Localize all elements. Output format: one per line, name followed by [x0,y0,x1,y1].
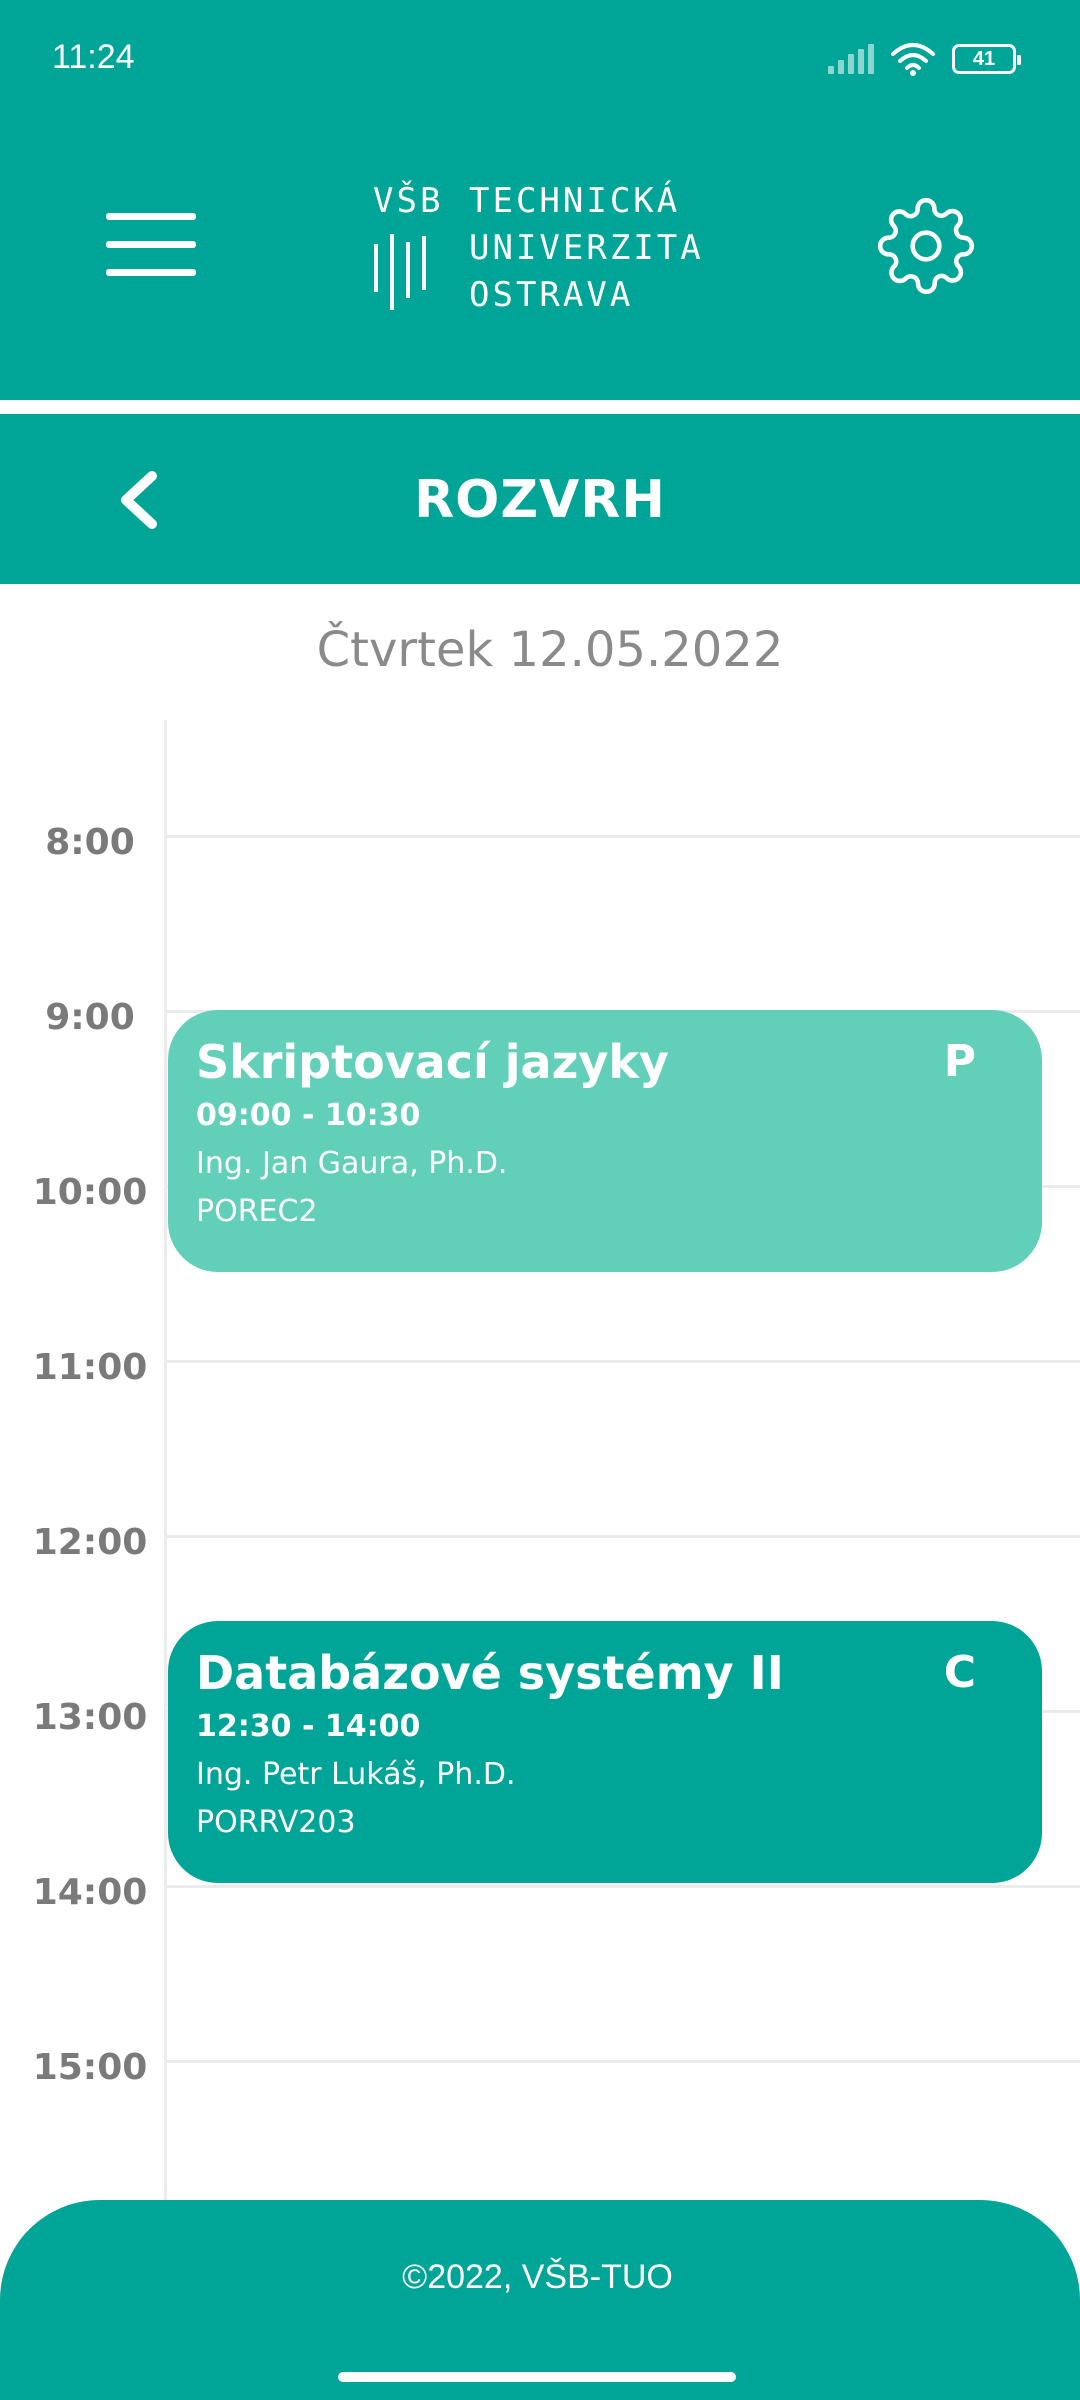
vsb-logo: VŠB TECHNICKÁ UNIVERZITA OSTRAVA [373,178,713,318]
schedule-timeline: 8:00 9:00 10:00 11:00 12:00 13:00 14:00 … [0,720,1080,2200]
event-type-badge: C [943,1647,976,1698]
hour-label: 12:00 [32,1522,148,1563]
battery-level: 41 [972,47,996,70]
status-icons: 41 [828,42,1021,76]
logo-prefix: VŠB [373,181,444,221]
logo-line2: UNIVERZITA [469,228,704,268]
status-time: 11:24 [52,38,135,76]
hour-label: 10:00 [32,1172,148,1213]
event-title: Databázové systémy II [196,1646,784,1700]
hour-gridline [166,1885,1080,1888]
back-button[interactable] [110,470,170,530]
event-title: Skriptovací jazyky [196,1035,669,1089]
home-indicator[interactable] [338,2372,736,2382]
gear-icon [877,197,975,295]
settings-button[interactable] [876,196,976,296]
hour-gridline [166,835,1080,838]
footer-copyright: ©2022, VŠB-TUO [402,2258,673,2296]
logo-lines-icon [374,234,426,310]
event-room: PORRV203 [196,1805,356,1840]
wifi-icon [891,43,935,76]
hour-gridline [166,1535,1080,1538]
schedule-event[interactable]: Databázové systémy II C 12:30 - 14:00 In… [168,1621,1042,1883]
event-teacher: Ing. Petr Lukáš, Ph.D. [196,1757,516,1792]
hour-label: 11:00 [32,1347,148,1388]
chevron-left-icon [121,471,157,529]
hour-gridline [166,1360,1080,1363]
event-teacher: Ing. Jan Gaura, Ph.D. [196,1146,508,1181]
hour-gridline [166,2060,1080,2063]
event-type-badge: P [943,1036,976,1087]
event-time: 09:00 - 10:30 [196,1098,421,1133]
date-label: Čtvrtek 12.05.2022 [316,622,784,678]
hour-label: 14:00 [32,1872,148,1913]
header-divider [0,400,1080,414]
hour-label: 13:00 [32,1697,148,1738]
timeline-axis [164,720,167,2200]
hamburger-icon [106,213,196,220]
logo-line3: OSTRAVA [469,275,634,315]
menu-button[interactable] [100,205,200,285]
schedule-event[interactable]: Skriptovací jazyky P 09:00 - 10:30 Ing. … [168,1010,1042,1272]
signal-icon [828,44,874,74]
event-time: 12:30 - 14:00 [196,1709,421,1744]
hour-label: 9:00 [45,997,135,1038]
hour-label: 8:00 [45,822,135,863]
battery-icon: 41 [952,44,1021,74]
hour-label: 15:00 [32,2047,148,2088]
event-room: POREC2 [196,1194,318,1229]
logo-line1: TECHNICKÁ [469,181,681,221]
app-footer [0,2200,1080,2400]
